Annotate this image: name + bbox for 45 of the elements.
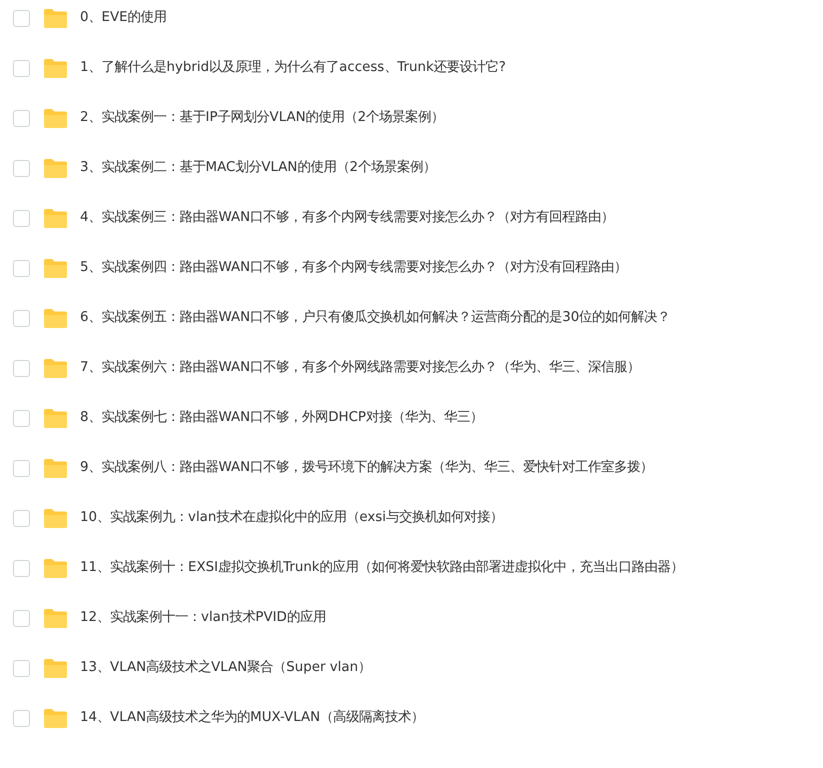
folder-icon[interactable]	[43, 108, 68, 128]
folder-icon[interactable]	[43, 708, 68, 728]
folder-icon[interactable]	[43, 508, 68, 528]
folder-icon[interactable]	[43, 608, 68, 628]
folder-icon[interactable]	[43, 308, 68, 328]
folder-icon[interactable]	[43, 658, 68, 678]
folder-name[interactable]: 1、了解什么是hybrid以及原理，为什么有了access、Trunk还要设计它?	[80, 58, 506, 78]
folder-name[interactable]: 11、实战案例十：EXSI虚拟交换机Trunk的应用（如何将爱快软路由部署进虚拟化中，充当出口路由器）	[80, 558, 684, 578]
checkbox[interactable]	[13, 260, 30, 276]
checkbox[interactable]	[13, 10, 30, 26]
folder-icon[interactable]	[43, 408, 68, 428]
checkbox[interactable]	[13, 660, 30, 676]
folder-icon[interactable]	[43, 58, 68, 78]
folder-name[interactable]: 10、实战案例九：vlan技术在虚拟化中的应用（exsi与交换机如何对接）	[80, 508, 504, 528]
folder-name[interactable]: 14、VLAN高级技术之华为的MUX-VLAN（高级隔离技术）	[80, 708, 424, 728]
folder-name[interactable]: 3、实战案例二：基于MAC划分VLAN的使用（2个场景案例）	[80, 158, 436, 178]
folder-icon[interactable]	[43, 8, 68, 28]
checkbox[interactable]	[13, 210, 30, 226]
checkbox[interactable]	[13, 160, 30, 176]
folder-name[interactable]: 0、EVE的使用	[80, 8, 167, 28]
folder-name[interactable]: 7、实战案例六：路由器WAN口不够，有多个外网线路需要对接怎么办？（华为、华三、深信服）	[80, 358, 640, 378]
folder-name[interactable]: 8、实战案例七：路由器WAN口不够，外网DHCP对接（华为、华三）	[80, 408, 484, 428]
checkbox[interactable]	[13, 410, 30, 426]
checkbox[interactable]	[13, 510, 30, 526]
folder-icon[interactable]	[43, 358, 68, 378]
folder-icon[interactable]	[43, 258, 68, 278]
checkbox[interactable]	[13, 310, 30, 326]
folder-icon[interactable]	[43, 558, 68, 578]
folder-name[interactable]: 5、实战案例四：路由器WAN口不够，有多个内网专线需要对接怎么办？（对方没有回程路由）	[80, 258, 628, 278]
folder-icon[interactable]	[43, 158, 68, 178]
checkbox[interactable]	[13, 60, 30, 76]
folder-name[interactable]: 4、实战案例三：路由器WAN口不够，有多个内网专线需要对接怎么办？（对方有回程路由）	[80, 208, 614, 228]
folder-icon[interactable]	[43, 458, 68, 478]
folder-name[interactable]: 9、实战案例八：路由器WAN口不够，拨号环境下的解决方案（华为、华三、爱快针对工作室多拨）	[80, 458, 654, 478]
checkbox[interactable]	[13, 460, 30, 476]
folder-name[interactable]: 6、实战案例五：路由器WAN口不够，户只有傻瓜交换机如何解决？运营商分配的是30位的如何解决？	[80, 308, 670, 328]
checkbox[interactable]	[13, 360, 30, 376]
folder-name[interactable]: 13、VLAN高级技术之VLAN聚合（Super vlan）	[80, 658, 372, 678]
checkbox[interactable]	[13, 560, 30, 576]
checkbox[interactable]	[13, 610, 30, 626]
checkbox[interactable]	[13, 710, 30, 726]
checkbox[interactable]	[13, 110, 30, 126]
folder-name[interactable]: 12、实战案例十一：vlan技术PVID的应用	[80, 608, 326, 628]
folder-name[interactable]: 2、实战案例一：基于IP子网划分VLAN的使用（2个场景案例）	[80, 108, 444, 128]
folder-icon[interactable]	[43, 208, 68, 228]
